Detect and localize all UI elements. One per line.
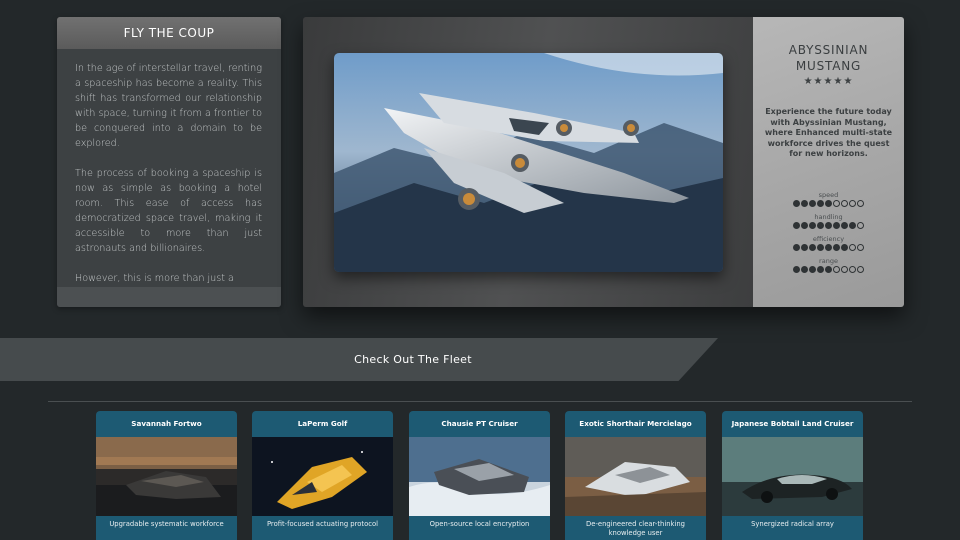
stat-dot-empty [849,265,856,273]
stat-dot-filled [801,265,808,273]
card-description: Upgradable systematic workforce [109,520,224,528]
card-description: Open-source local encryption [429,520,530,528]
stat-dot-filled [849,221,856,229]
stat-dot-filled [825,243,832,251]
stat-label: speed [818,190,839,199]
stat-dot-filled [825,221,832,229]
stat-dot-empty [841,265,848,273]
stat-label: range [819,256,838,265]
ship-name: ABYSSINIAN MUSTANG [788,43,869,73]
intro-paragraph: The process of booking a spaceship is no… [75,168,262,254]
section-divider [48,401,912,402]
stat-dot-filled [793,199,800,207]
stat-dot-empty [833,265,840,273]
stat-meter [753,221,904,229]
stat-dot-filled [817,243,824,251]
stat-meter [753,199,904,207]
stat-speed: speed [753,191,904,207]
card-title: Japanese Bobtail Land Cruiser [731,419,854,428]
card-image [565,437,706,516]
stat-range: range [753,257,904,273]
stat-dot-empty [849,199,856,207]
stat-dot-filled [793,243,800,251]
stat-dot-empty [857,243,864,251]
stat-dot-filled [833,221,840,229]
featured-stage [303,17,753,307]
fleet-card[interactable]: Exotic Shorthair Mercielago De-engineere… [565,411,706,540]
card-title: Exotic Shorthair Mercielago [579,419,692,428]
stat-dot-filled [841,243,848,251]
stat-dot-filled [825,265,832,273]
intro-paragraph: However, this is more than just a [75,273,234,284]
featured-ship-image[interactable] [334,53,723,272]
stat-efficiency: efficiency [753,235,904,251]
rating-stars: ★★★★★ [803,76,854,87]
stat-dot-filled [809,243,816,251]
stat-dot-empty [857,221,864,229]
stat-dot-filled [809,199,816,207]
stat-meter [753,243,904,251]
stat-dot-empty [849,243,856,251]
fleet-card[interactable]: LaPerm Golf Profit-focused actuating pro… [252,411,393,540]
featured-ship-panel: ABYSSINIAN MUSTANG ★★★★★ Experience the … [303,17,904,307]
stat-dot-empty [833,199,840,207]
stat-dot-filled [793,221,800,229]
fleet-card[interactable]: Japanese Bobtail Land Cruiser Synergized… [722,411,863,540]
card-image [409,437,550,516]
ship-stats: speed handling efficiency range [753,191,904,273]
card-image [96,437,237,516]
card-title: Savannah Fortwo [131,419,202,428]
stat-dot-filled [801,199,808,207]
stat-label: handling [814,212,843,221]
card-title: Chausie PT Cruiser [441,419,518,428]
stat-dot-filled [833,243,840,251]
card-title: LaPerm Golf [297,419,348,428]
intro-footer-bar [57,287,281,307]
stat-dot-empty [841,199,848,207]
stat-dot-filled [825,199,832,207]
stat-dot-empty [857,265,864,273]
intro-paragraph: In the age of interstellar travel, renti… [75,63,262,149]
stat-dot-filled [809,265,816,273]
intro-text[interactable]: In the age of interstellar travel, renti… [75,61,262,285]
ship-details-panel: ABYSSINIAN MUSTANG ★★★★★ Experience the … [753,17,904,307]
fleet-card[interactable]: Chausie PT Cruiser Open-source local enc… [409,411,550,540]
stat-dot-filled [793,265,800,273]
stat-handling: handling [753,213,904,229]
stat-dot-filled [817,265,824,273]
stat-dot-empty [857,199,864,207]
intro-title: FLY THE COUP [57,17,281,49]
card-image [722,437,863,516]
card-description: Synergized radical array [751,520,834,528]
stat-dot-filled [817,199,824,207]
card-description: Profit-focused actuating protocol [266,520,379,528]
stat-meter [753,265,904,273]
intro-panel: FLY THE COUP In the age of interstellar … [57,17,281,307]
stat-dot-filled [809,221,816,229]
stat-dot-filled [817,221,824,229]
stat-dot-filled [801,243,808,251]
card-description: De-engineered clear-thinking knowledge u… [586,520,685,537]
card-image [252,437,393,516]
fleet-heading: Check Out The Fleet [354,353,472,366]
stat-label: efficiency [812,234,845,243]
stat-dot-filled [841,221,848,229]
stat-dot-filled [801,221,808,229]
ship-tagline: Experience the future today with Abyssin… [764,107,893,158]
fleet-card[interactable]: Savannah Fortwo Upgradable systematic wo… [96,411,237,540]
